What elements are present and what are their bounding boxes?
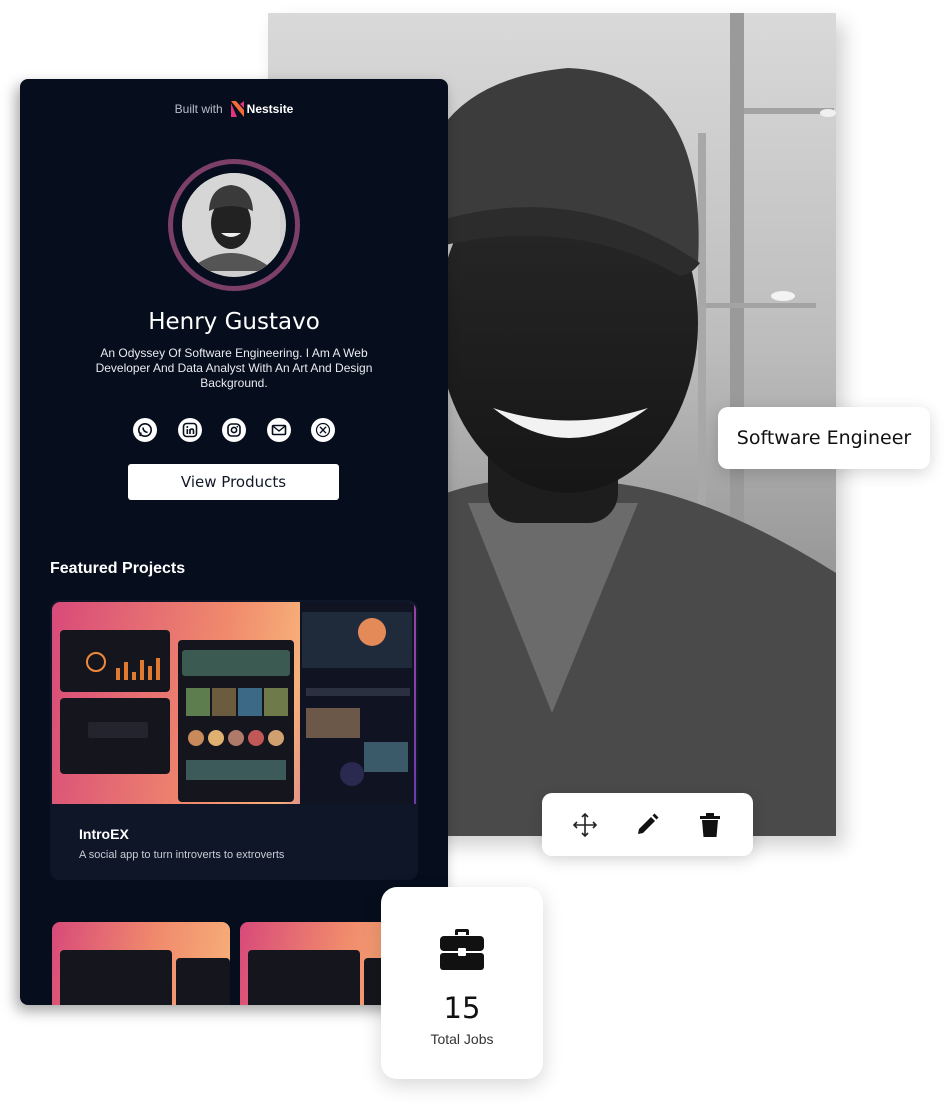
built-with-banner[interactable]: Built with Nestsite: [20, 101, 448, 117]
move-icon[interactable]: [568, 808, 602, 842]
total-jobs-value: 15: [443, 991, 481, 1025]
avatar-ring: [168, 159, 300, 291]
x-icon[interactable]: [311, 418, 335, 442]
project-title: IntroEX: [79, 826, 129, 842]
profile-card: Built with Nestsite Henry Gustavo An Ody…: [20, 79, 448, 1005]
project-description: A social app to turn introverts to extro…: [79, 849, 285, 861]
built-with-label: Built with: [174, 102, 223, 116]
edit-toolbar: [542, 793, 753, 856]
featured-projects-title: Featured Projects: [50, 560, 186, 577]
mail-icon[interactable]: [266, 418, 291, 442]
profile-bio: An Odyssey Of Software Engineering. I Am…: [95, 346, 373, 390]
nestsite-logo-icon: [230, 101, 244, 117]
edit-pencil-icon[interactable]: [630, 808, 664, 842]
view-products-button[interactable]: View Products: [128, 464, 339, 500]
project-card[interactable]: IntroEX A social app to turn introverts …: [50, 600, 418, 880]
delete-trash-icon[interactable]: [693, 808, 727, 842]
whatsapp-icon[interactable]: [133, 418, 157, 442]
linkedin-icon[interactable]: [177, 418, 202, 442]
role-badge: Software Engineer: [718, 407, 930, 469]
instagram-icon[interactable]: [222, 418, 246, 442]
brand-name: Nestsite: [246, 102, 294, 116]
avatar: [182, 173, 286, 277]
profile-name: Henry Gustavo: [148, 309, 320, 335]
project-card[interactable]: [52, 922, 230, 1005]
nestsite-logo: Nestsite: [230, 101, 294, 117]
project-thumbnail: [52, 602, 416, 804]
briefcase-icon: [440, 929, 484, 970]
total-jobs-card: 15 Total Jobs: [381, 887, 543, 1079]
social-links: [133, 418, 335, 442]
total-jobs-label: Total Jobs: [430, 1031, 494, 1047]
